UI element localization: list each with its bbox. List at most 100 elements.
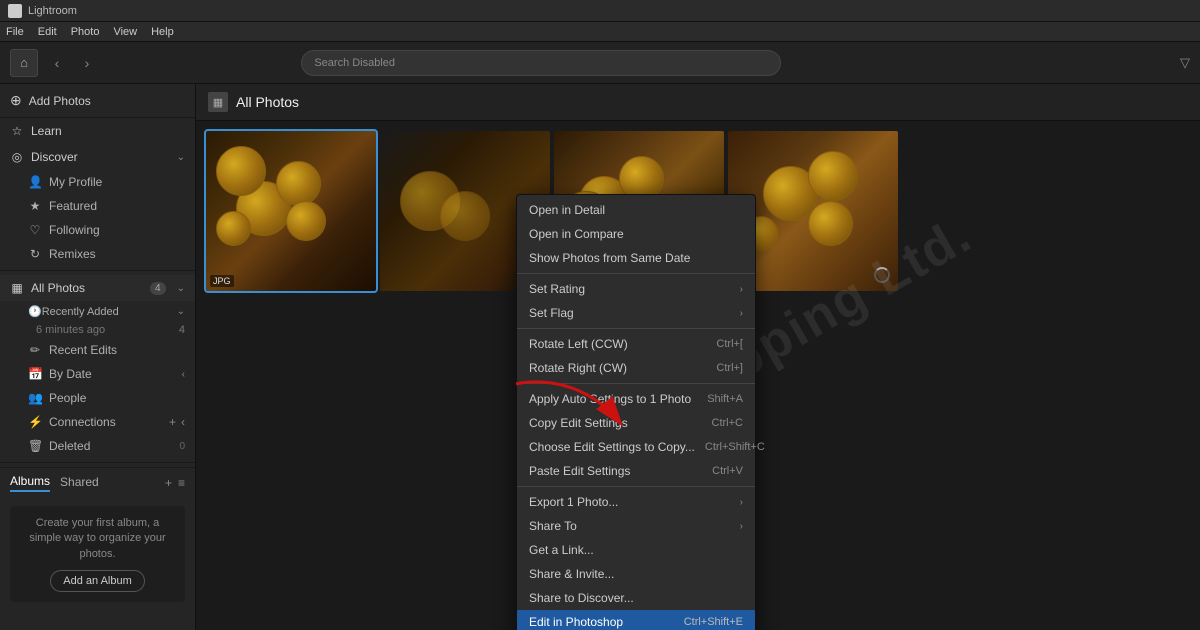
ctx-edit-photoshop-label: Edit in Photoshop: [529, 615, 623, 629]
toolbar: ⌂ ‹ › Search Disabled ▽: [0, 42, 1200, 84]
sidebar-item-connections[interactable]: ⚡ Connections + ‹: [0, 410, 195, 434]
people-label: People: [49, 391, 86, 405]
menu-bar: File Edit Photo View Help: [0, 22, 1200, 42]
search-bar[interactable]: Search Disabled: [301, 50, 781, 76]
menu-view[interactable]: View: [113, 26, 137, 38]
ctx-open-compare[interactable]: Open in Compare: [517, 222, 755, 246]
add-photos-label: Add Photos: [29, 94, 91, 108]
ctx-divider-3: [517, 383, 755, 384]
sidebar-item-featured[interactable]: ★ Featured: [0, 194, 195, 218]
coin-3: [286, 201, 326, 241]
tab-shared[interactable]: Shared: [60, 475, 99, 491]
add-album-button[interactable]: Add an Album: [50, 570, 145, 592]
photo-thumb-1[interactable]: JPG: [206, 131, 376, 291]
coin-c-3: [808, 151, 858, 201]
remixes-label: Remixes: [49, 247, 96, 261]
ctx-apply-auto[interactable]: Apply Auto Settings to 1 Photo Shift+A: [517, 387, 755, 411]
ctx-rotate-left-shortcut: Ctrl+[: [716, 338, 743, 350]
sidebar-item-people[interactable]: 👥 People: [0, 386, 195, 410]
app-icon: [8, 4, 22, 18]
forward-button[interactable]: ›: [76, 52, 98, 74]
sidebar-item-deleted[interactable]: 🗑 Deleted 0: [0, 434, 195, 458]
ctx-export-arrow: ›: [740, 497, 743, 508]
ctx-rotate-right[interactable]: Rotate Right (CW) Ctrl+]: [517, 356, 755, 380]
loading-spinner-4: [874, 267, 890, 283]
ctx-share-to-arrow: ›: [740, 521, 743, 532]
ctx-set-flag[interactable]: Set Flag ›: [517, 301, 755, 325]
recent-edits-label: Recent Edits: [49, 343, 117, 357]
discover-icon: ◎: [10, 150, 24, 164]
menu-file[interactable]: File: [6, 26, 24, 38]
sidebar-item-by-date[interactable]: 📅 By Date ‹: [0, 362, 195, 386]
ctx-share-discover[interactable]: Share to Discover...: [517, 586, 755, 610]
recently-added-chevron-icon: ⌄: [177, 306, 185, 317]
connections-expand-icon[interactable]: ‹: [181, 415, 185, 429]
ctx-rotate-left[interactable]: Rotate Left (CCW) Ctrl+[: [517, 332, 755, 356]
recent-edits-icon: ✏: [28, 343, 42, 357]
by-date-icon: 📅: [28, 367, 42, 381]
ctx-paste-edit-shortcut: Ctrl+V: [712, 465, 743, 477]
sidebar-item-discover[interactable]: ◎ Discover ⌄: [0, 144, 195, 170]
ctx-rotate-right-shortcut: Ctrl+]: [716, 362, 743, 374]
ctx-paste-edit[interactable]: Paste Edit Settings Ctrl+V: [517, 459, 755, 483]
all-photos-header-icon: ▦: [208, 92, 228, 112]
back-button[interactable]: ‹: [46, 52, 68, 74]
ctx-rotate-left-label: Rotate Left (CCW): [529, 337, 628, 351]
all-photos-label: All Photos: [31, 281, 85, 295]
ctx-choose-edit-label: Choose Edit Settings to Copy...: [529, 440, 695, 454]
sidebar-item-following[interactable]: ♡ Following: [0, 218, 195, 242]
coin-5: [216, 146, 266, 196]
people-icon: 👥: [28, 391, 42, 405]
albums-actions: + ≡: [165, 476, 185, 490]
ctx-open-compare-label: Open in Compare: [529, 227, 624, 241]
content-header: ▦ All Photos: [196, 84, 1200, 121]
add-connection-icon[interactable]: +: [169, 415, 176, 429]
ctx-set-flag-arrow: ›: [740, 308, 743, 319]
ctx-set-rating[interactable]: Set Rating ›: [517, 277, 755, 301]
ctx-edit-photoshop-shortcut: Ctrl+Shift+E: [684, 616, 743, 628]
recently-added-label: Recently Added: [42, 306, 119, 318]
ctx-share-invite[interactable]: Share & Invite...: [517, 562, 755, 586]
sidebar-item-learn[interactable]: ☆ Learn: [0, 118, 195, 144]
context-menu: Open in Detail Open in Compare Show Phot…: [516, 194, 756, 630]
featured-icon: ★: [28, 199, 42, 213]
sidebar-item-my-profile[interactable]: 👤 My Profile: [0, 170, 195, 194]
sidebar-divider-2: [0, 462, 195, 463]
ctx-share-to[interactable]: Share To ›: [517, 514, 755, 538]
ctx-copy-edit[interactable]: Copy Edit Settings Ctrl+C: [517, 411, 755, 435]
learn-label: Learn: [31, 124, 62, 138]
sidebar: ⊕ Add Photos ☆ Learn ◎ Discover ⌄ 👤 My P…: [0, 84, 196, 630]
clock-icon: 🕐: [28, 305, 42, 318]
all-photos-expand-icon: ⌄: [177, 283, 185, 294]
content-area: ▦ All Photos JPG J: [196, 84, 1200, 630]
profile-icon: 👤: [28, 175, 42, 189]
add-album-icon[interactable]: +: [165, 476, 172, 490]
add-icon: ⊕: [10, 92, 22, 109]
ctx-open-detail-label: Open in Detail: [529, 203, 605, 217]
recently-added-section[interactable]: 🕐 Recently Added ⌄: [0, 301, 195, 322]
menu-edit[interactable]: Edit: [38, 26, 57, 38]
tab-albums[interactable]: Albums: [10, 474, 50, 492]
ctx-export[interactable]: Export 1 Photo... ›: [517, 490, 755, 514]
menu-photo[interactable]: Photo: [71, 26, 100, 38]
add-photos-button[interactable]: ⊕ Add Photos: [0, 84, 195, 118]
filter-icon[interactable]: ▽: [1180, 55, 1190, 71]
by-date-label: By Date: [49, 367, 92, 381]
ctx-show-same-date[interactable]: Show Photos from Same Date: [517, 246, 755, 270]
all-photos-section[interactable]: ▦ All Photos 4 ⌄: [0, 275, 195, 301]
menu-help[interactable]: Help: [151, 26, 174, 38]
sidebar-item-recent-edits[interactable]: ✏ Recent Edits: [0, 338, 195, 362]
albums-menu-icon[interactable]: ≡: [178, 476, 185, 490]
coin-c-2: [808, 201, 853, 246]
title-bar: Lightroom: [0, 0, 1200, 22]
ctx-get-link[interactable]: Get a Link...: [517, 538, 755, 562]
home-button[interactable]: ⌂: [10, 49, 38, 77]
connections-icon: ⚡: [28, 415, 42, 429]
sidebar-item-remixes[interactable]: ↻ Remixes: [0, 242, 195, 266]
coin-dark-2: [440, 191, 490, 241]
ctx-divider-1: [517, 273, 755, 274]
timestamp-text: 6 minutes ago: [36, 324, 105, 336]
ctx-open-detail[interactable]: Open in Detail: [517, 198, 755, 222]
ctx-choose-edit[interactable]: Choose Edit Settings to Copy... Ctrl+Shi…: [517, 435, 755, 459]
ctx-edit-photoshop[interactable]: Edit in Photoshop Ctrl+Shift+E: [517, 610, 755, 630]
